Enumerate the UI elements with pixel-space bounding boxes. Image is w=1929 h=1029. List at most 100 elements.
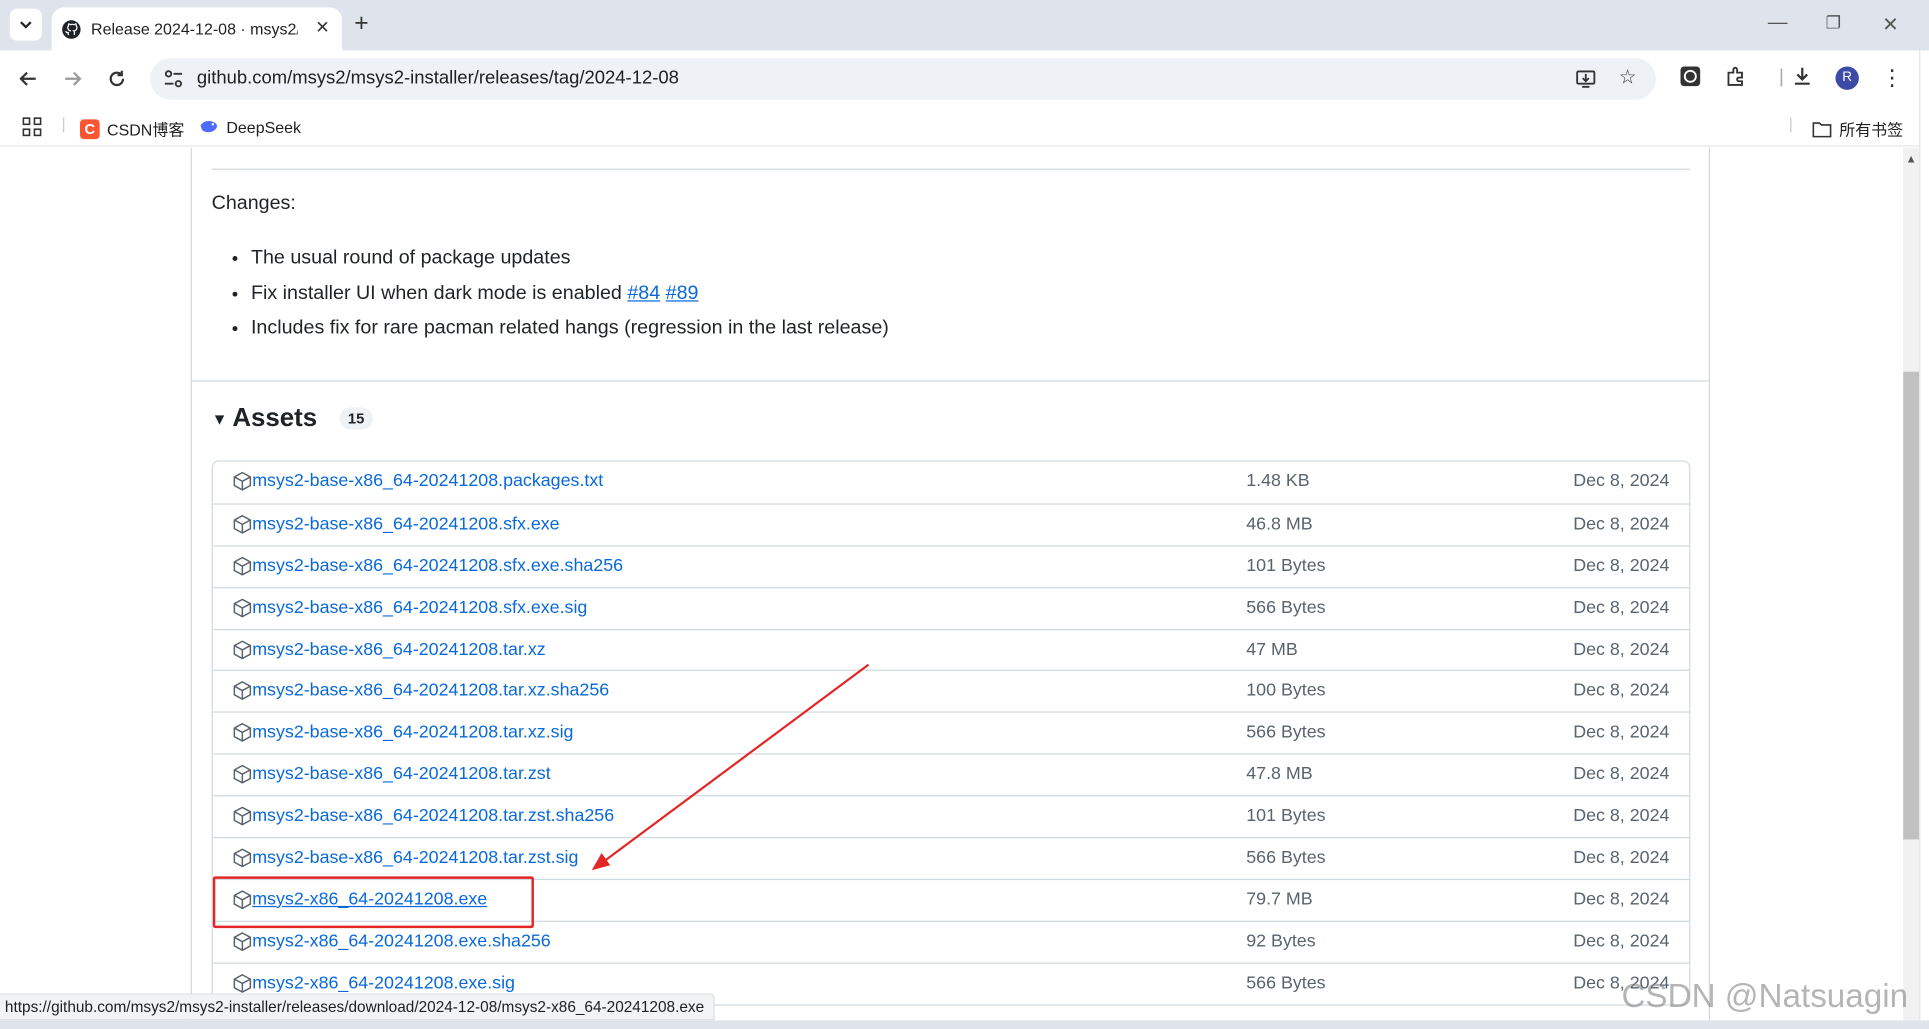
asset-row: msys2-x86_64-20241208.exe 79.7 MB Dec 8, 2… — [212, 878, 1690, 921]
asset-row: msys2-base-x86_64-20241208.sfx.exe.sha25… — [212, 545, 1690, 587]
status-bar-url: https://github.com/msys2/msys2-installer… — [0, 993, 716, 1021]
profile-avatar[interactable]: R — [1835, 66, 1859, 90]
package-icon — [233, 723, 253, 743]
csdn-icon: C — [79, 118, 100, 139]
bookmarks-bar: | C CSDN博客 DeepSeek | 所有书签 — [0, 107, 1929, 147]
reload-button[interactable] — [103, 65, 130, 92]
asset-download-link[interactable]: msys2-base-x86_64-20241208.sfx.exe.sig — [252, 598, 587, 618]
package-icon — [233, 639, 253, 660]
reload-icon — [109, 70, 125, 87]
package-icon — [233, 598, 253, 618]
assets-table: msys2-base-x86_64-20241208.packages.txt 1… — [211, 460, 1691, 1006]
asset-download-link[interactable]: msys2-base-x86_64-20241208.tar.xz.sig — [252, 723, 573, 743]
star-icon[interactable]: ☆ — [1617, 68, 1639, 90]
asset-row: msys2-x86_64-20241208.exe.sha256 92 Bytes… — [212, 920, 1690, 962]
asset-download-link[interactable]: msys2-base-x86_64-20241208.tar.zst — [252, 765, 550, 785]
asset-row: msys2-base-x86_64-20241208.tar.xz.sha256… — [212, 670, 1690, 712]
package-icon — [233, 848, 253, 868]
bookmarks-divider-right: | — [1788, 114, 1793, 133]
asset-size: 79.7 MB — [1246, 889, 1313, 910]
scrollbar-thumb[interactable] — [1903, 371, 1920, 840]
asset-size: 566 Bytes — [1246, 848, 1326, 868]
assets-count-badge: 15 — [339, 407, 373, 430]
asset-size: 566 Bytes — [1246, 722, 1326, 743]
package-icon — [233, 556, 253, 576]
asset-size: 92 Bytes — [1246, 931, 1316, 952]
asset-size: 101 Bytes — [1246, 556, 1326, 576]
package-icon — [233, 806, 253, 826]
asset-date: Dec 8, 2024 — [1573, 848, 1670, 868]
asset-download-link[interactable]: msys2-base-x86_64-20241208.sfx.exe — [252, 514, 559, 534]
bookmarks-divider: | — [61, 114, 66, 133]
change-item: Fix installer UI when dark mode is enabl… — [251, 276, 889, 311]
all-bookmarks[interactable]: 所有书签 — [1812, 117, 1903, 140]
asset-download-link[interactable]: msys2-x86_64-20241208.exe.sig — [252, 973, 515, 993]
asset-row: msys2-base-x86_64-20241208.tar.zst 47.8 M… — [212, 753, 1690, 796]
download-icon[interactable] — [1790, 65, 1815, 90]
tab-active[interactable]: Release 2024-12-08 · msys2/msys2-install… — [51, 7, 343, 51]
asset-row: msys2-base-x86_64-20241208.sfx.exe 46.8 M… — [212, 503, 1690, 545]
asset-download-link[interactable]: msys2-base-x86_64-20241208.tar.xz.sha256 — [252, 681, 609, 701]
asset-size: 566 Bytes — [1246, 597, 1326, 618]
bookmark-label: DeepSeek — [226, 117, 302, 137]
chevron-down-icon — [20, 21, 32, 29]
asset-size: 46.8 MB — [1246, 514, 1313, 535]
change-item: The usual round of package updates — [251, 241, 889, 276]
site-settings-icon[interactable] — [162, 68, 184, 90]
issue-link-89[interactable]: #89 — [666, 282, 699, 303]
kebab-menu-icon[interactable]: ⋮ — [1880, 65, 1905, 90]
arrow-right-icon — [65, 71, 82, 86]
asset-date: Dec 8, 2024 — [1573, 806, 1670, 827]
browser-window: Release 2024-12-08 · msys2/msys2-install… — [0, 0, 1929, 1029]
asset-date: Dec 8, 2024 — [1573, 764, 1670, 785]
asset-download-link[interactable]: msys2-base-x86_64-20241208.packages.txt — [252, 471, 603, 491]
asset-size: 47.8 MB — [1246, 764, 1313, 785]
back-button[interactable] — [15, 65, 42, 92]
divider — [191, 380, 1709, 382]
bookmark-deepseek[interactable]: DeepSeek — [199, 117, 301, 137]
minimize-icon[interactable]: — — [1768, 12, 1788, 34]
asset-date: Dec 8, 2024 — [1573, 471, 1670, 492]
package-icon — [233, 931, 253, 952]
scroll-up-icon[interactable]: ▲ — [1906, 153, 1917, 165]
asset-download-link[interactable]: msys2-x86_64-20241208.exe — [252, 890, 487, 910]
assets-toggle[interactable]: ▼ Assets 15 — [212, 404, 373, 434]
close-tab-icon[interactable]: ✕ — [315, 17, 329, 38]
asset-download-link[interactable]: msys2-base-x86_64-20241208.tar.xz — [252, 640, 546, 660]
extensions-icon[interactable] — [1724, 65, 1749, 90]
asset-row: msys2-base-x86_64-20241208.tar.zst.sha25… — [212, 795, 1690, 837]
tab-title: Release 2024-12-08 · msys2/msys2-install… — [91, 19, 298, 39]
asset-date: Dec 8, 2024 — [1573, 597, 1670, 618]
apps-icon[interactable] — [22, 117, 42, 137]
restore-icon[interactable]: ❐ — [1826, 12, 1841, 33]
asset-size: 47 MB — [1246, 639, 1298, 660]
bookmark-label: CSDN博客 — [107, 120, 185, 140]
package-icon — [233, 681, 253, 701]
package-icon — [233, 890, 253, 910]
changes-heading: Changes: — [211, 193, 296, 215]
scrollbar[interactable]: ▲ — [1903, 147, 1920, 1029]
asset-download-link[interactable]: msys2-base-x86_64-20241208.tar.zst.sig — [252, 848, 578, 868]
tab-search-button[interactable] — [9, 8, 42, 41]
url-text[interactable]: github.com/msys2/msys2-installer/release… — [197, 68, 679, 89]
forward-button[interactable] — [59, 65, 86, 92]
openai-extension-icon[interactable] — [1678, 65, 1703, 90]
asset-row: msys2-base-x86_64-20241208.tar.zst.sig 56… — [212, 837, 1690, 879]
address-bar[interactable]: github.com/msys2/msys2-installer/release… — [150, 57, 1656, 100]
install-app-icon[interactable] — [1575, 68, 1597, 90]
package-icon — [233, 471, 253, 491]
asset-download-link[interactable]: msys2-base-x86_64-20241208.sfx.exe.sha25… — [252, 556, 623, 576]
assets-title: Assets — [232, 403, 318, 433]
asset-date: Dec 8, 2024 — [1573, 931, 1670, 952]
toolbar: github.com/msys2/msys2-installer/release… — [0, 50, 1929, 108]
asset-download-link[interactable]: msys2-base-x86_64-20241208.tar.zst.sha25… — [252, 806, 614, 826]
page-content: Changes: The usual round of package upda… — [0, 147, 1904, 1029]
issue-link-84[interactable]: #84 — [627, 282, 660, 303]
asset-row: msys2-base-x86_64-20241208.sfx.exe.sig 56… — [212, 586, 1690, 629]
caret-down-icon: ▼ — [211, 409, 228, 428]
asset-download-link[interactable]: msys2-x86_64-20241208.exe.sha256 — [252, 932, 551, 952]
close-window-icon[interactable]: ✕ — [1882, 12, 1898, 37]
bookmark-csdn[interactable]: C CSDN博客 — [79, 117, 185, 140]
new-tab-button[interactable]: + — [354, 11, 368, 36]
package-icon — [233, 765, 253, 785]
